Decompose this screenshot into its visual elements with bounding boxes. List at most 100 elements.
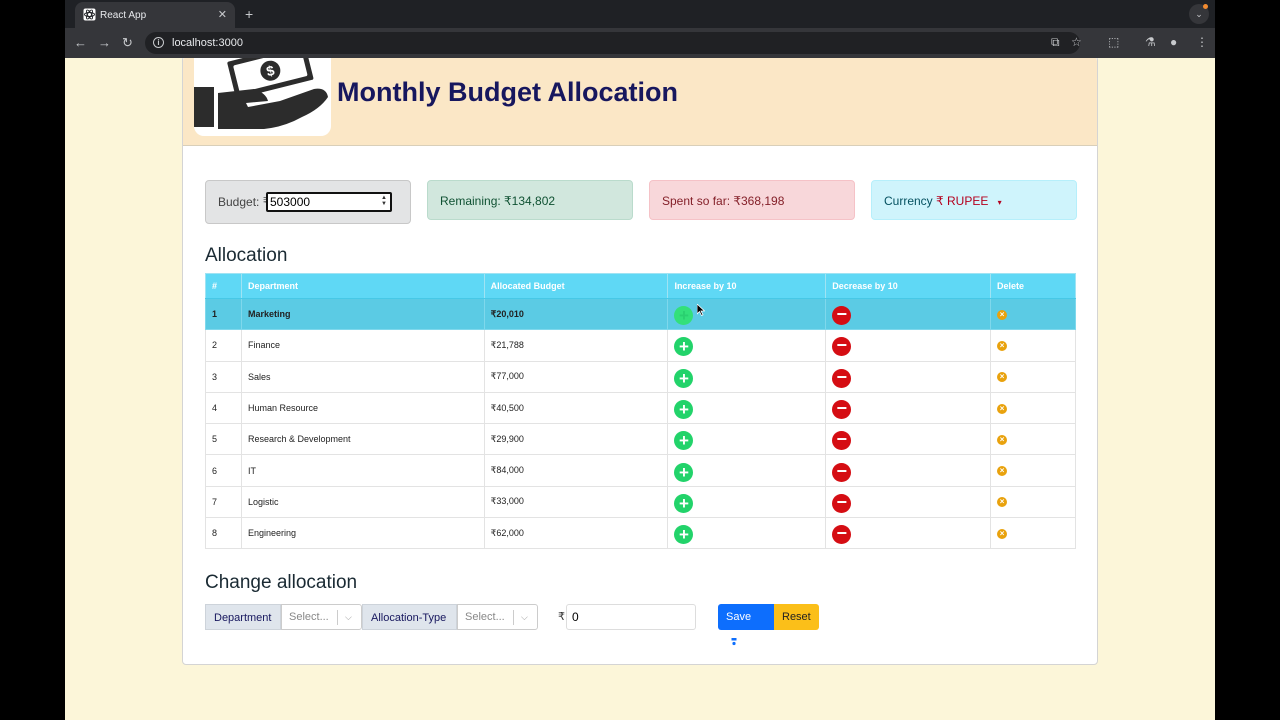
row-number: 2 (205, 329, 242, 362)
plus-circle-icon[interactable]: + (674, 462, 694, 482)
column-header: Delete (990, 273, 1076, 299)
x-circle-icon[interactable]: × (997, 434, 1008, 445)
x-circle-icon[interactable]: × (997, 372, 1008, 383)
department-name: Engineering (240, 517, 485, 550)
site-info-icon[interactable]: i (153, 37, 164, 48)
x-circle-icon[interactable]: × (997, 466, 1008, 477)
amount-input[interactable] (566, 604, 696, 630)
column-header: Increase by 10 (667, 273, 827, 299)
plus-circle-icon[interactable]: + (674, 431, 694, 451)
table-row: 1 Marketing ₹20,010 + − × (205, 297, 1076, 331)
profile-icon[interactable]: ● (1170, 35, 1177, 49)
menu-icon[interactable]: ⋮ (1196, 35, 1208, 49)
minus-circle-icon[interactable]: − (832, 524, 852, 545)
x-circle-icon[interactable]: × (997, 528, 1008, 539)
allocated-budget: ₹20,010 (483, 297, 669, 331)
floppy-disk-icon (729, 637, 739, 647)
column-header: Department (240, 273, 485, 299)
minus-circle-icon[interactable]: − (832, 493, 852, 513)
budget-box: Budget: ₹ ▲▼ (205, 180, 411, 224)
url-text: localhost:3000 (172, 37, 243, 49)
currency-symbol: ₹ (558, 611, 565, 623)
page-viewport: $ Monthly Budget Allocation Budget: ₹ ▲▼… (65, 58, 1215, 720)
budget-label: Budget: ₹ (218, 195, 271, 209)
reset-button[interactable]: Reset (774, 604, 819, 630)
budget-input[interactable] (266, 192, 392, 212)
table-row: 2 Finance ₹21,788 + − × (205, 329, 1076, 362)
plus-circle-icon[interactable]: + (674, 368, 694, 388)
row-number: 5 (205, 423, 242, 456)
number-spinner[interactable]: ▲ ▼ (381, 195, 387, 207)
plus-circle-icon[interactable]: + (674, 400, 694, 420)
page-title: Monthly Budget Allocation (337, 77, 678, 107)
department-select[interactable]: Select... ⌵ (281, 604, 362, 630)
tab-search-button[interactable]: ⌄ (1189, 4, 1209, 24)
table-row: 7 Logistic ₹33,000 + − × (205, 485, 1076, 519)
chevron-down-icon: ▾ (997, 198, 1002, 207)
reload-icon[interactable]: ↻ (122, 35, 133, 51)
currency-dropdown[interactable]: Currency ₹ RUPEE ▾ (871, 180, 1077, 220)
minus-circle-icon[interactable]: − (832, 305, 852, 326)
tab-title: React App (100, 10, 147, 21)
chevron-down-icon: ⌄ (1195, 9, 1203, 19)
allocation-type-label: Allocation-Type (362, 604, 457, 630)
mouse-cursor-icon (697, 304, 705, 316)
table-row: 3 Sales ₹77,000 + − × (205, 360, 1076, 393)
plus-circle-icon[interactable]: + (674, 493, 694, 513)
new-tab-button[interactable]: + (245, 6, 253, 22)
screen: React App ✕ + ⌄ ← → ↻ i localhost:3000 ⧉… (65, 0, 1215, 720)
tab-close-icon[interactable]: ✕ (218, 8, 227, 21)
x-circle-icon[interactable]: × (997, 497, 1008, 508)
column-header: Decrease by 10 (825, 273, 992, 299)
minus-circle-icon[interactable]: − (832, 336, 852, 357)
minus-circle-icon[interactable]: − (832, 399, 852, 420)
x-circle-icon[interactable]: × (997, 403, 1008, 414)
address-bar[interactable]: i localhost:3000 ⧉ ☆ (145, 32, 1082, 54)
department-placeholder: Select... (289, 611, 329, 623)
column-header: Allocated Budget (483, 273, 669, 299)
row-number: 3 (205, 360, 242, 393)
select-separator (513, 610, 514, 625)
money-hand-icon: $ (194, 58, 331, 136)
install-app-icon[interactable]: ⧉ (1051, 35, 1060, 50)
department-name: Research & Development (240, 423, 485, 456)
select-separator (337, 610, 338, 625)
forward-arrow-icon[interactable]: → (98, 35, 111, 51)
department-name: Human Resource (240, 391, 485, 425)
chrome-labs-icon[interactable]: ⚗ (1145, 35, 1156, 49)
row-number: 1 (205, 297, 242, 331)
chevron-down-icon: ⌵ (345, 612, 352, 622)
table-row: 5 Research & Development ₹29,900 + − × (205, 423, 1076, 456)
plus-circle-icon[interactable]: + (674, 525, 694, 545)
change-allocation-title: Change allocation (205, 572, 358, 593)
react-favicon (83, 8, 96, 21)
plus-circle-icon[interactable]: + (674, 306, 694, 326)
minus-circle-icon[interactable]: − (832, 368, 852, 388)
currency-value: ₹ RUPEE (936, 194, 989, 208)
page-header: $ Monthly Budget Allocation (183, 58, 1097, 146)
browser-tab[interactable]: React App ✕ (75, 2, 235, 28)
save-button[interactable]: Save (718, 604, 774, 647)
department-label: Department (205, 604, 281, 630)
browser-tabstrip: React App ✕ + ⌄ (65, 0, 1215, 28)
x-circle-icon[interactable]: × (997, 340, 1008, 351)
notification-dot (1203, 4, 1208, 9)
minus-circle-icon[interactable]: − (832, 462, 852, 482)
row-number: 4 (205, 391, 242, 425)
plus-circle-icon[interactable]: + (674, 337, 694, 357)
reset-label: Reset (782, 611, 811, 623)
allocated-budget: ₹40,500 (483, 391, 669, 425)
bookmark-star-icon[interactable]: ☆ (1071, 35, 1082, 49)
table-row: 8 Engineering ₹62,000 + − × (205, 517, 1076, 550)
allocation-type-select[interactable]: Select... ⌵ (457, 604, 538, 630)
department-name: Finance (240, 329, 485, 362)
minus-circle-icon[interactable]: − (832, 430, 852, 451)
back-arrow-icon[interactable]: ← (74, 35, 87, 51)
currency-label: Currency (884, 194, 937, 208)
extensions-icon[interactable]: ⬚ (1108, 35, 1119, 49)
department-name: IT (240, 454, 485, 487)
browser-toolbar: ← → ↻ i localhost:3000 ⧉ ☆ ⬚ ⚗ ● ⋮ (65, 28, 1215, 58)
allocated-budget: ₹33,000 (483, 485, 669, 519)
budget-card: $ Monthly Budget Allocation Budget: ₹ ▲▼… (182, 58, 1098, 665)
x-circle-icon[interactable]: × (997, 309, 1008, 320)
